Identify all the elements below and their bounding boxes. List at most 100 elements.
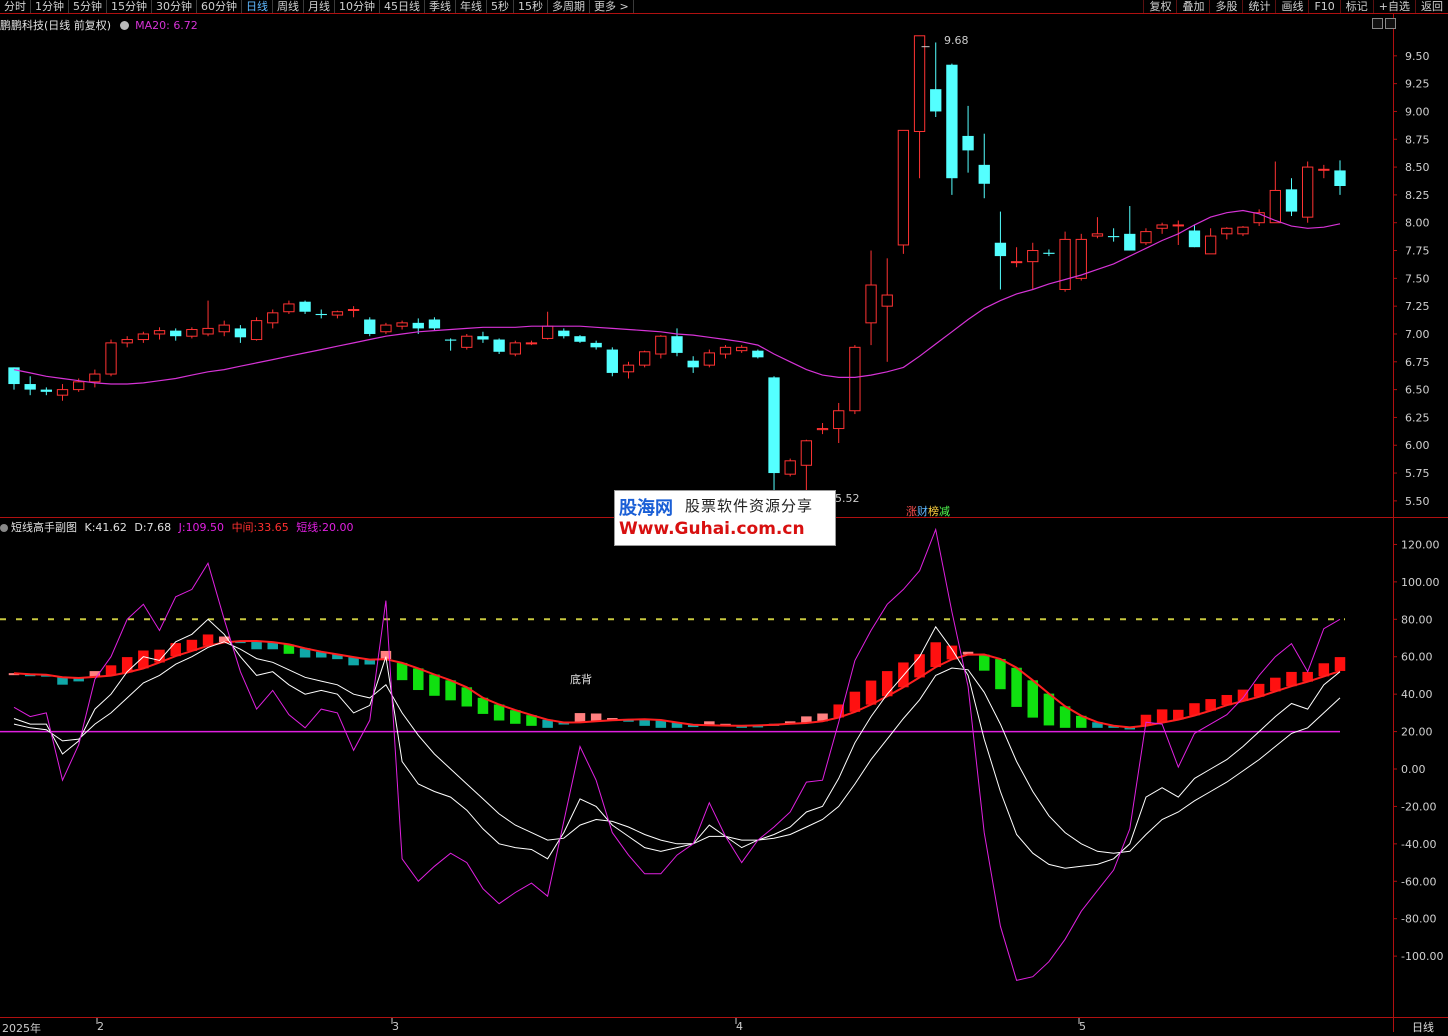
d-value: 7.68 bbox=[146, 521, 172, 534]
candle-body-up bbox=[1059, 238, 1071, 290]
watermark-url: Www.Guhai.com.cn bbox=[619, 519, 805, 539]
candle-body-up bbox=[1237, 226, 1249, 235]
candle-body-down bbox=[299, 301, 311, 312]
candle-body-up bbox=[865, 284, 877, 324]
candle-body-up bbox=[396, 322, 408, 327]
candle-body-up bbox=[1301, 166, 1314, 218]
candle-body-up bbox=[461, 335, 473, 348]
histogram-bar bbox=[1043, 693, 1055, 726]
histogram-bar bbox=[251, 641, 262, 650]
candle-body-up bbox=[1318, 168, 1330, 171]
period-corner-label[interactable]: 日线 bbox=[1412, 1019, 1434, 1035]
price-tick-label: 8.00 bbox=[1405, 217, 1430, 230]
k-label: K: bbox=[84, 521, 96, 534]
candle-body-down bbox=[170, 330, 182, 337]
candle-body-down bbox=[364, 319, 376, 334]
candle-body-down bbox=[444, 339, 457, 341]
candle-body-down bbox=[558, 330, 570, 337]
candle-body-up bbox=[881, 294, 893, 307]
candle-body-up bbox=[541, 325, 554, 339]
candle-body-up bbox=[267, 312, 279, 324]
candle-body-up bbox=[897, 129, 910, 246]
indicator-settings-icon[interactable] bbox=[0, 524, 8, 532]
histogram-bar bbox=[1286, 671, 1297, 687]
mid-line bbox=[13, 639, 1341, 729]
indicator-tick-label: 60.00 bbox=[1401, 651, 1433, 664]
candle-body-up bbox=[1269, 189, 1281, 224]
tag-finance[interactable]: 财 bbox=[917, 505, 928, 518]
x-label-may: 5 bbox=[1079, 1020, 1086, 1033]
tag-rise[interactable]: 涨 bbox=[906, 505, 917, 518]
indicator-tick-label: 100.00 bbox=[1401, 576, 1440, 589]
candle-body-up bbox=[331, 311, 344, 316]
signal-tags: 涨财榜减 bbox=[906, 503, 950, 519]
candle-body-down bbox=[428, 319, 441, 329]
candle-body-up bbox=[1027, 250, 1039, 263]
candle-body-down bbox=[493, 339, 505, 352]
tag-rank[interactable]: 榜 bbox=[928, 505, 939, 518]
histogram-bar bbox=[429, 674, 440, 696]
candle-body-up bbox=[655, 335, 667, 355]
indicator-tick-label: -20.00 bbox=[1401, 800, 1436, 813]
indicator-title: 短线高手副图 bbox=[11, 521, 77, 534]
ma-value: 6.72 bbox=[173, 19, 198, 32]
candle-body-up bbox=[719, 346, 732, 355]
candle-body-up bbox=[218, 324, 230, 333]
indicator-tick-label: 40.00 bbox=[1401, 688, 1433, 701]
indicator-tick-label: -60.00 bbox=[1401, 875, 1436, 888]
high-price-label: 9.68 bbox=[944, 34, 969, 47]
histogram-bar bbox=[865, 680, 877, 705]
histogram-bar bbox=[413, 668, 424, 691]
candle-body-up bbox=[1172, 224, 1184, 227]
candle-body-up bbox=[202, 327, 214, 335]
candle-body-up bbox=[283, 303, 295, 313]
candle-body-down bbox=[315, 313, 327, 316]
price-tick-label: 8.50 bbox=[1405, 161, 1430, 174]
price-tick-label: 7.25 bbox=[1405, 300, 1430, 313]
candle-body-up bbox=[509, 342, 521, 355]
main-panel-header: 鹏鹏科技(日线 前复权) MA20: 6.72 bbox=[0, 17, 198, 33]
price-tick-label: 6.00 bbox=[1405, 439, 1430, 452]
candle-body-down bbox=[752, 350, 764, 358]
chevron-down-icon[interactable] bbox=[119, 21, 129, 30]
candle-body-up bbox=[1091, 233, 1104, 237]
histogram-bar bbox=[574, 713, 586, 723]
candle-body-down bbox=[768, 377, 780, 474]
maximize-panel-icon[interactable] bbox=[1385, 18, 1396, 29]
x-label-mar: 3 bbox=[392, 1020, 399, 1033]
watermark-slogan: 股票软件资源分享 bbox=[685, 497, 814, 515]
candle-body-down bbox=[1334, 170, 1346, 186]
x-label-2025: 2025年 bbox=[2, 1022, 41, 1035]
price-tick-label: 7.75 bbox=[1405, 245, 1430, 258]
indicator-tick-label: -80.00 bbox=[1401, 913, 1436, 926]
candle-body-up bbox=[703, 352, 716, 366]
price-tick-label: 5.75 bbox=[1405, 467, 1430, 480]
candle-body-down bbox=[574, 336, 586, 342]
k-value: 41.62 bbox=[95, 521, 127, 534]
candle-body-up bbox=[525, 342, 538, 345]
candle-body-up bbox=[784, 460, 796, 475]
price-tick-label: 5.50 bbox=[1405, 495, 1430, 508]
j-line bbox=[13, 527, 1341, 981]
j-value: 109.50 bbox=[185, 521, 225, 534]
minimize-panel-icon[interactable] bbox=[1372, 18, 1383, 29]
candle-body-up bbox=[121, 339, 133, 344]
candle-body-up bbox=[638, 351, 651, 366]
candle-body-up bbox=[105, 342, 117, 375]
candle-body-down bbox=[978, 164, 990, 184]
price-tick-label: 9.50 bbox=[1405, 50, 1430, 63]
price-tick-label: 9.00 bbox=[1405, 105, 1430, 118]
candle-body-up bbox=[1204, 235, 1217, 255]
price-tick-label: 6.25 bbox=[1405, 411, 1430, 424]
tag-reduce[interactable]: 减 bbox=[939, 505, 950, 518]
watermark-brand: 股海网 bbox=[619, 498, 673, 519]
price-tick-label: 8.25 bbox=[1405, 189, 1430, 202]
candle-body-up bbox=[913, 35, 926, 132]
candle-body-down bbox=[1285, 189, 1298, 212]
candle-body-up bbox=[800, 440, 813, 466]
price-tick-label: 6.50 bbox=[1405, 384, 1430, 397]
histogram-bar bbox=[849, 691, 861, 712]
stock-title: 鹏鹏科技(日线 前复权) bbox=[0, 19, 112, 32]
candle-body-up bbox=[1221, 227, 1233, 235]
candle-body-down bbox=[1107, 236, 1120, 238]
